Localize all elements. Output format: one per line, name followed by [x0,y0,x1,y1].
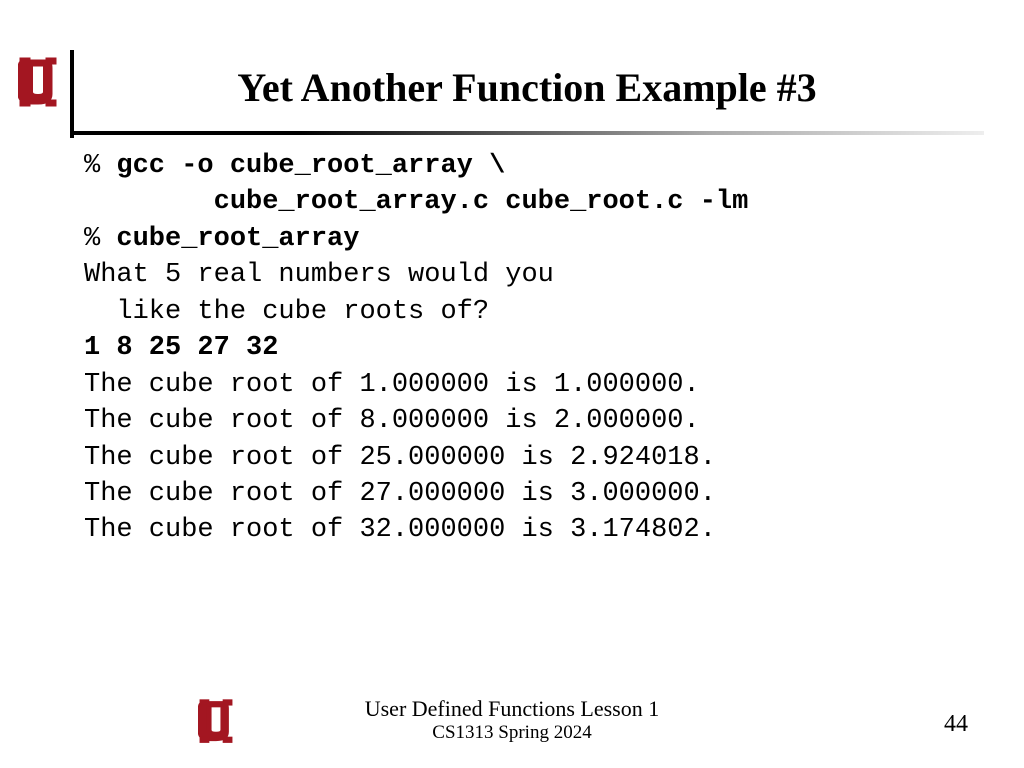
cmd-run: cube_root_array [116,224,359,254]
title-horizontal-rule [70,131,984,135]
footer-title: User Defined Functions Lesson 1 [0,696,1024,722]
prompt: % [84,151,116,181]
page-number: 44 [944,711,968,738]
footer-course: CS1313 Spring 2024 [0,722,1024,744]
output-line: like the cube roots of? [84,297,489,327]
code-block: % gcc -o cube_root_array \ cube_root_arr… [84,148,964,549]
output-line: The cube root of 32.000000 is 3.174802. [84,515,716,545]
user-input: 1 8 25 27 32 [84,333,278,363]
title-area: Yet Another Function Example #3 [70,50,984,111]
output-line: The cube root of 25.000000 is 2.924018. [84,443,716,473]
output-line: The cube root of 8.000000 is 2.000000. [84,406,700,436]
prompt: % [84,224,116,254]
title-vertical-rule [70,50,74,138]
output-line: What 5 real numbers would you [84,260,554,290]
cmd-gcc-line2: cube_root_array.c cube_root.c -lm [84,187,748,217]
cmd-gcc-line1: gcc -o cube_root_array \ [116,151,505,181]
ou-logo-top [18,56,58,115]
footer: User Defined Functions Lesson 1 CS1313 S… [0,696,1024,744]
slide: Yet Another Function Example #3 % gcc -o… [0,0,1024,768]
output-line: The cube root of 27.000000 is 3.000000. [84,479,716,509]
output-line: The cube root of 1.000000 is 1.000000. [84,370,700,400]
slide-title: Yet Another Function Example #3 [70,64,984,111]
